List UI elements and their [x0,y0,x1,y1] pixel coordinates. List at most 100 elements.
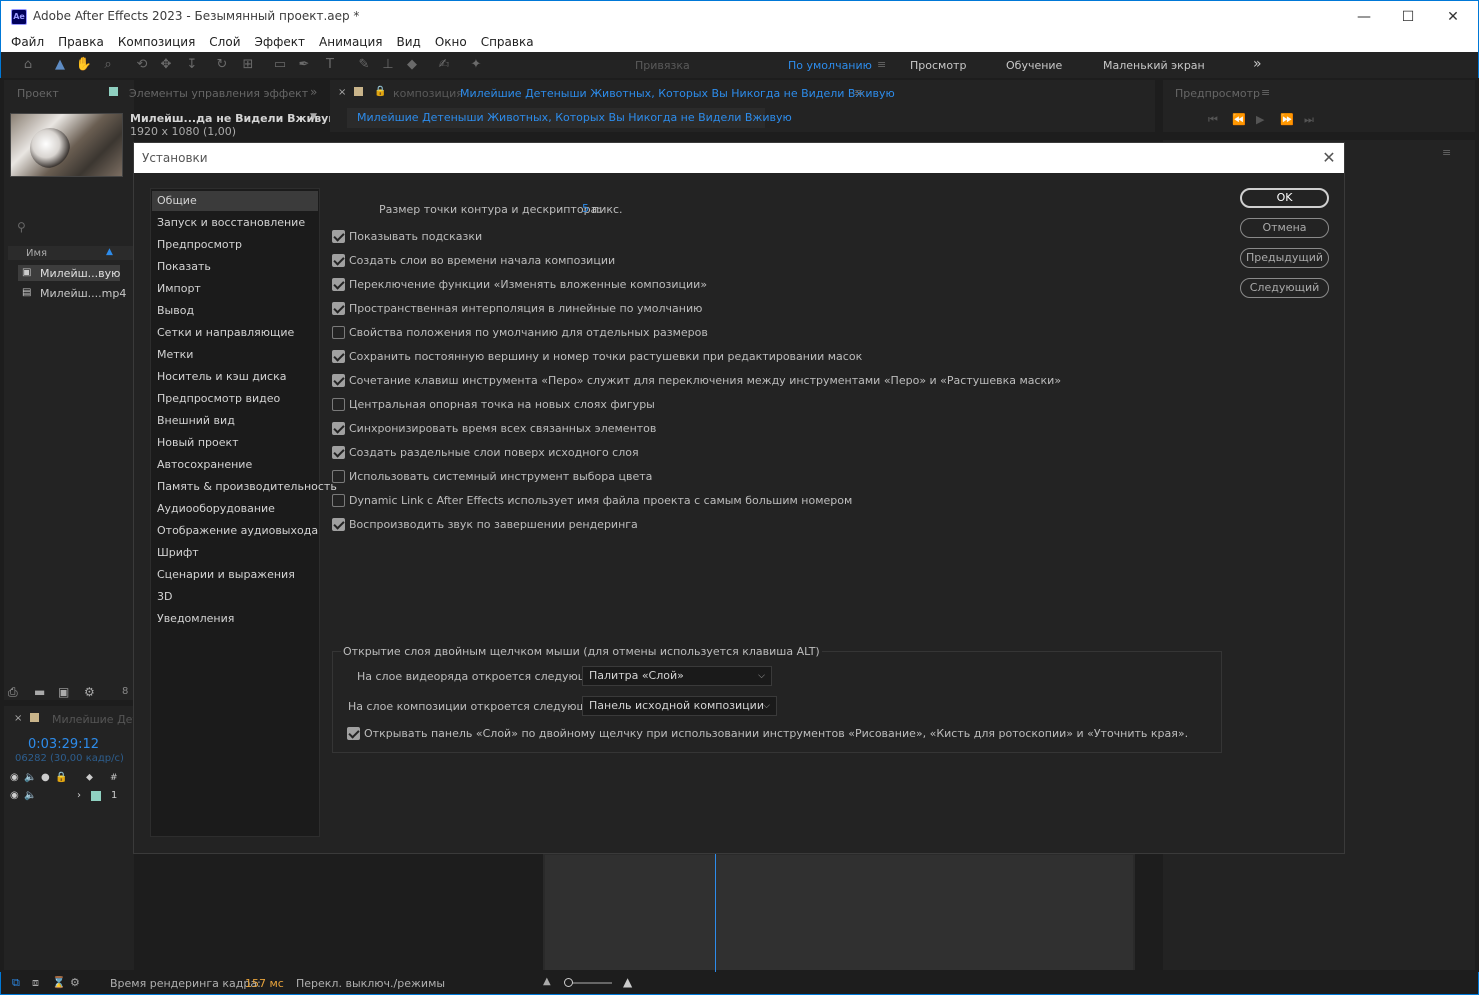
zoom-tool-icon[interactable]: ⌕ [99,56,117,74]
category-memory-performance[interactable]: Память & производительность [152,477,337,497]
brush-tool-icon[interactable]: ✎ [355,56,373,74]
option-checkbox[interactable] [332,421,345,435]
timeline-work-area[interactable] [545,855,1133,970]
category-auto-save[interactable]: Автосохранение [152,455,318,475]
workspace-review[interactable]: Просмотр [910,59,966,72]
timecode-display[interactable]: 0:03:29:12 [28,737,99,752]
option-checkbox[interactable] [332,253,345,267]
composition-menu-icon[interactable]: ≡ [854,86,863,99]
transfer-controls-icon[interactable]: ⧈ [32,976,39,990]
menu-composition[interactable]: Композиция [118,32,195,52]
category-media-disk-cache[interactable]: Носитель и кэш диска [152,367,318,387]
layer-switches-icon[interactable]: ⧉ [12,976,20,990]
tab-effect-controls[interactable]: Элементы управления эффект [129,87,308,100]
category-audio-output-mapping[interactable]: Отображение аудиовыхода [152,521,318,541]
column-name[interactable]: Имя [26,248,47,259]
comp-dropdown-icon[interactable]: ▼ [310,112,317,122]
option-checkbox[interactable] [332,517,345,531]
category-import[interactable]: Импорт [152,279,318,299]
composition-subtab-name[interactable]: Милейшие Детеныши Животных, Которых Вы Н… [357,111,792,124]
menu-help[interactable]: Справка [481,32,534,52]
prev-frame-icon[interactable]: ⏪ [1232,113,1246,126]
close-tab-icon[interactable]: × [338,87,346,98]
option-row[interactable]: Создать раздельные слои поверх исходного… [332,443,639,461]
comp-layer-select[interactable]: Панель исходной композиции ⌵ [582,696,777,716]
option-row[interactable]: Сочетание клавиш инструмента «Перо» служ… [332,371,1061,389]
option-row[interactable]: Синхронизировать время всех связанных эл… [332,419,656,437]
search-icon[interactable]: ⚲ [17,220,26,234]
option-row[interactable]: Использовать системный инструмент выбора… [332,467,652,485]
project-item-footage[interactable]: Милейш....mp4 [40,287,126,300]
layer-visibility-icon[interactable]: ◉ [10,790,19,801]
puppet-tool-icon[interactable]: ✦ [467,56,485,74]
maximize-button[interactable]: ☐ [1385,1,1431,33]
category-labels[interactable]: Метки [152,345,318,365]
category-startup-repair[interactable]: Запуск и восстановление [152,213,318,233]
hand-tool-icon[interactable]: ✋ [75,56,93,74]
dialog-close-button[interactable]: ✕ [1318,147,1340,169]
current-time-indicator[interactable] [715,852,716,972]
option-checkbox[interactable] [332,277,345,291]
settings-icon[interactable]: ⚙ [84,685,95,699]
menu-edit[interactable]: Правка [58,32,104,52]
new-folder-icon[interactable]: ▬ [34,685,45,699]
category-appearance[interactable]: Внешний вид [152,411,318,431]
option-row[interactable]: Воспроизводить звук по завершении рендер… [332,515,638,533]
cancel-button[interactable]: Отмена [1240,218,1329,238]
layer-expand-icon[interactable]: › [77,790,81,801]
category-scripting-expressions[interactable]: Сценарии и выражения [152,565,318,585]
path-point-size-value[interactable]: 5 [582,202,589,215]
workspace-overflow-icon[interactable]: » [1253,56,1262,72]
pen-tool-icon[interactable]: ✒ [295,56,313,74]
menu-effect[interactable]: Эффект [255,32,306,52]
lock-column-icon[interactable]: 🔒 [55,772,67,783]
panel-overflow-icon[interactable]: » [310,85,317,99]
zoom-in-icon[interactable]: ▲ [623,975,632,989]
anchor-tool-icon[interactable]: ⊞ [239,56,257,74]
timeline-tab-name[interactable]: Милейшие Дете [52,713,146,726]
previous-button[interactable]: Предыдущий [1240,248,1329,268]
toggle-switches-modes[interactable]: Перекл. выключ./режимы [296,977,445,990]
label-column-icon[interactable]: ⬥ [86,772,93,783]
video-visibility-icon[interactable]: ◉ [10,772,19,783]
option-row[interactable]: Создать слои во времени начала композици… [332,251,615,269]
render-time-icon[interactable]: ⌛ [52,976,66,989]
option-row[interactable]: Показывать подсказки [332,227,482,245]
workspace-small-screen[interactable]: Маленький экран [1103,59,1205,72]
right-panel-menu-icon[interactable]: ≡ [1442,146,1451,159]
pan-tool-icon[interactable]: ✥ [157,56,175,74]
paint-tools-option-row[interactable]: Открывать панель «Слой» по двойному щелч… [347,724,1188,742]
sort-asc-icon[interactable]: ▲ [106,247,113,257]
text-tool-icon[interactable]: T [321,56,339,74]
option-row[interactable]: Сохранить постоянную вершину и номер точ… [332,347,862,365]
option-checkbox[interactable] [332,469,345,483]
category-audio-hardware[interactable]: Аудиооборудование [152,499,318,519]
option-checkbox[interactable] [332,301,345,315]
paint-tools-checkbox[interactable] [347,726,360,740]
home-icon[interactable]: ⌂ [19,56,37,74]
option-checkbox[interactable] [332,397,345,411]
category-grids-guides[interactable]: Сетки и направляющие [152,323,318,343]
option-checkbox[interactable] [332,445,345,459]
lock-icon[interactable]: 🔒 [374,86,386,97]
menu-window[interactable]: Окно [435,32,467,52]
workspace-learn[interactable]: Обучение [1006,59,1062,72]
option-row[interactable]: Переключение функции «Изменять вложенные… [332,275,707,293]
option-row[interactable]: Свойства положения по умолчанию для отде… [332,323,708,341]
composition-tab-name[interactable]: Милейшие Детеныши Животных, Которых Вы Н… [460,87,895,100]
last-frame-icon[interactable]: ⏭ [1304,113,1314,127]
tab-project[interactable]: Проект [17,87,59,100]
project-item-comp[interactable]: Милейш...вую [40,267,120,280]
workspace-menu-icon[interactable]: ≡ [877,58,886,71]
menu-layer[interactable]: Слой [209,32,240,52]
category-output[interactable]: Вывод [152,301,318,321]
option-checkbox[interactable] [332,493,345,507]
next-button[interactable]: Следующий [1240,278,1329,298]
layer-label-color[interactable] [91,791,101,801]
category-new-project[interactable]: Новый проект [152,433,318,453]
clone-stamp-tool-icon[interactable]: ⊥ [379,56,397,74]
bit-depth-label[interactable]: 8 [122,686,128,697]
interpret-footage-icon[interactable]: ⎙ [8,685,18,700]
solo-icon[interactable]: ● [41,772,50,783]
category-type[interactable]: Шрифт [152,543,318,563]
